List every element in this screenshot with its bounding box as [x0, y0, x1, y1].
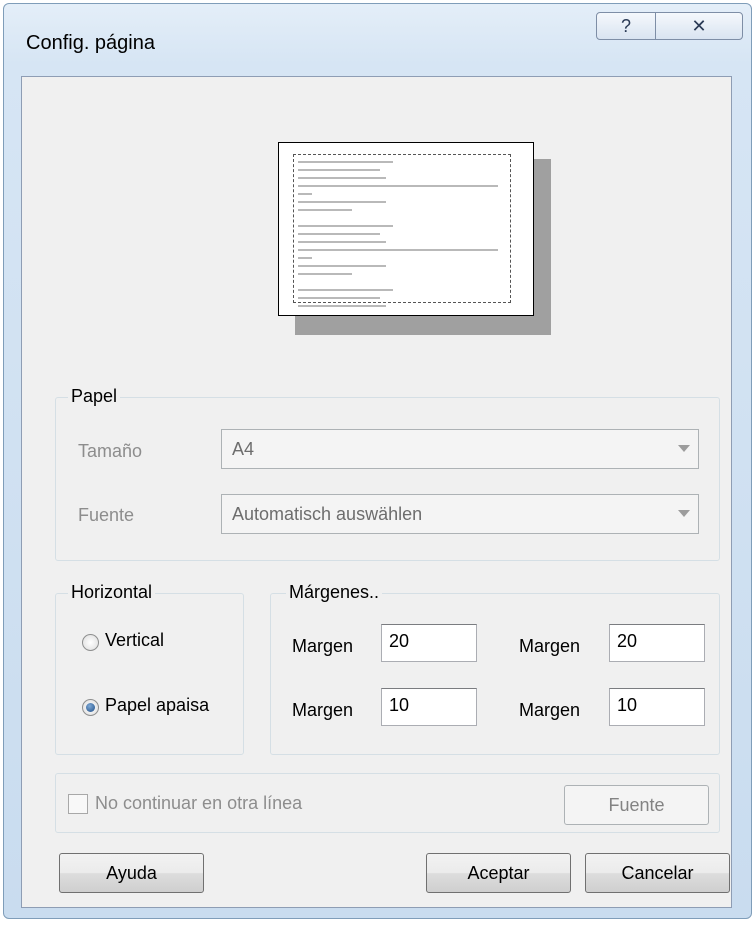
- vertical-radio[interactable]: [82, 634, 99, 651]
- preview-text-line: [298, 201, 386, 203]
- preview-text-line: [298, 193, 312, 195]
- margin-input[interactable]: 20: [609, 624, 705, 662]
- margin-label: Margen: [292, 636, 354, 656]
- orientation-group-legend: Horizontal: [68, 582, 156, 603]
- preview-text-line: [298, 249, 498, 251]
- paper-size-select[interactable]: A4: [221, 429, 699, 469]
- margin-input[interactable]: 20: [381, 624, 477, 662]
- chevron-down-icon: [678, 445, 690, 452]
- margins-group-legend: Márgenes..: [286, 582, 383, 603]
- paper-group-legend: Papel: [68, 386, 121, 407]
- paper-source-select[interactable]: Automatisch auswählen: [221, 494, 699, 534]
- title-bar[interactable]: Config. página ? ✕: [4, 4, 751, 76]
- landscape-radio[interactable]: [82, 699, 99, 716]
- preview-text-line: [298, 161, 393, 163]
- help-icon[interactable]: ?: [596, 12, 656, 40]
- ok-button[interactable]: Aceptar: [426, 853, 571, 893]
- landscape-radio-label[interactable]: Papel apaisa: [105, 695, 209, 716]
- paper-size-label: Tamaño: [78, 441, 143, 461]
- page-preview-margins: [293, 154, 511, 307]
- page-preview: [278, 142, 534, 316]
- no-wrap-label[interactable]: No continuar en otra línea: [95, 793, 302, 814]
- paper-source-label: Fuente: [78, 505, 135, 525]
- margin-input[interactable]: 10: [381, 688, 477, 726]
- margin-label: Margen: [519, 636, 581, 656]
- preview-text-line: [298, 305, 386, 307]
- preview-text-line: [298, 169, 380, 171]
- page-setup-dialog: Config. página ? ✕ Papel Tamaño A4 Fuent…: [3, 3, 752, 919]
- help-button[interactable]: Ayuda: [59, 853, 204, 893]
- margins-group: [270, 593, 720, 755]
- margin-input[interactable]: 10: [609, 688, 705, 726]
- preview-text-line: [298, 233, 380, 235]
- close-icon[interactable]: ✕: [655, 12, 743, 40]
- margin-label: Margen: [292, 700, 354, 720]
- dialog-title: Config. página: [26, 32, 155, 54]
- vertical-radio-label[interactable]: Vertical: [105, 630, 164, 651]
- no-wrap-checkbox[interactable]: [68, 794, 88, 814]
- margin-label: Margen: [519, 700, 581, 720]
- preview-text-line: [298, 185, 498, 187]
- cancel-button[interactable]: Cancelar: [585, 853, 730, 893]
- preview-text-line: [298, 209, 352, 211]
- dialog-body: Papel Tamaño A4 Fuente Automatisch auswä…: [21, 76, 732, 908]
- preview-text-line: [298, 257, 312, 259]
- orientation-group: [55, 593, 244, 755]
- preview-text-line: [298, 297, 380, 299]
- paper-group: [55, 397, 720, 561]
- paper-size-value: A4: [232, 439, 255, 459]
- preview-text-line: [298, 265, 386, 267]
- preview-text-line: [298, 273, 352, 275]
- paper-source-value: Automatisch auswählen: [232, 504, 423, 524]
- preview-text-line: [298, 177, 386, 179]
- preview-text-line: [298, 241, 386, 243]
- preview-text-line: [298, 225, 393, 227]
- chevron-down-icon: [678, 510, 690, 517]
- preview-text-line: [298, 289, 393, 291]
- font-button[interactable]: Fuente: [564, 785, 709, 825]
